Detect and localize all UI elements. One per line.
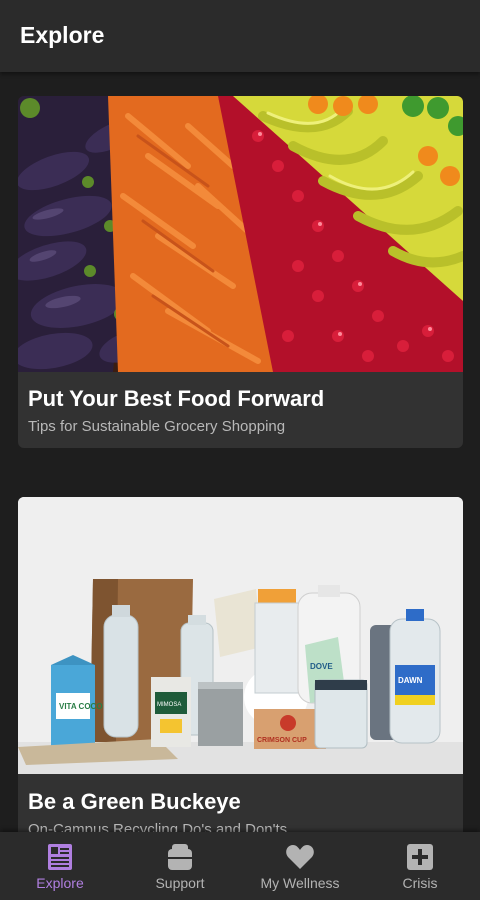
page-title: Explore xyxy=(20,22,105,48)
nav-label: My Wellness xyxy=(260,875,340,891)
card-subtitle: On-Campus Recycling Do's and Don'ts xyxy=(28,821,288,832)
article-card-recycling[interactable]: VITA COCO MIMOSA CRIMSON CUP DOVE DAWN B… xyxy=(18,497,463,832)
card-subtitle: Tips for Sustainable Grocery Shopping xyxy=(28,418,286,435)
support-icon xyxy=(168,844,192,870)
heart-icon xyxy=(286,845,314,869)
produce-photo xyxy=(18,96,463,372)
nav-tab-my-wellness[interactable]: My Wellness xyxy=(240,832,360,900)
nav-label: Support xyxy=(155,875,205,891)
app-screen: Explore Put Your Best Food Forward Tips … xyxy=(0,0,480,900)
article-icon xyxy=(48,844,72,870)
crimson-cup-label: CRIMSON CUP xyxy=(257,737,307,744)
app-bar: Explore xyxy=(0,0,480,72)
card-title: Be a Green Buckeye xyxy=(28,789,241,814)
nav-tab-crisis[interactable]: Crisis xyxy=(360,832,480,900)
dove-label: DOVE xyxy=(310,662,333,671)
bottom-navigation: Explore Support My Wellness Crisis xyxy=(0,832,480,900)
nav-tab-support[interactable]: Support xyxy=(120,832,240,900)
explore-feed[interactable]: Put Your Best Food Forward Tips for Sust… xyxy=(0,72,480,832)
plus-box-icon xyxy=(407,844,433,870)
article-card-food[interactable]: Put Your Best Food Forward Tips for Sust… xyxy=(18,96,463,448)
recyclables-photo: VITA COCO MIMOSA CRIMSON CUP DOVE DAWN xyxy=(18,497,463,774)
card-title: Put Your Best Food Forward xyxy=(28,386,325,411)
mimosa-label: MIMOSA xyxy=(157,702,181,708)
dawn-label: DAWN xyxy=(398,676,423,685)
vita-coco-label: VITA COCO xyxy=(59,702,103,711)
nav-tab-explore[interactable]: Explore xyxy=(0,832,120,900)
nav-label: Explore xyxy=(36,875,84,891)
nav-label: Crisis xyxy=(402,875,438,891)
